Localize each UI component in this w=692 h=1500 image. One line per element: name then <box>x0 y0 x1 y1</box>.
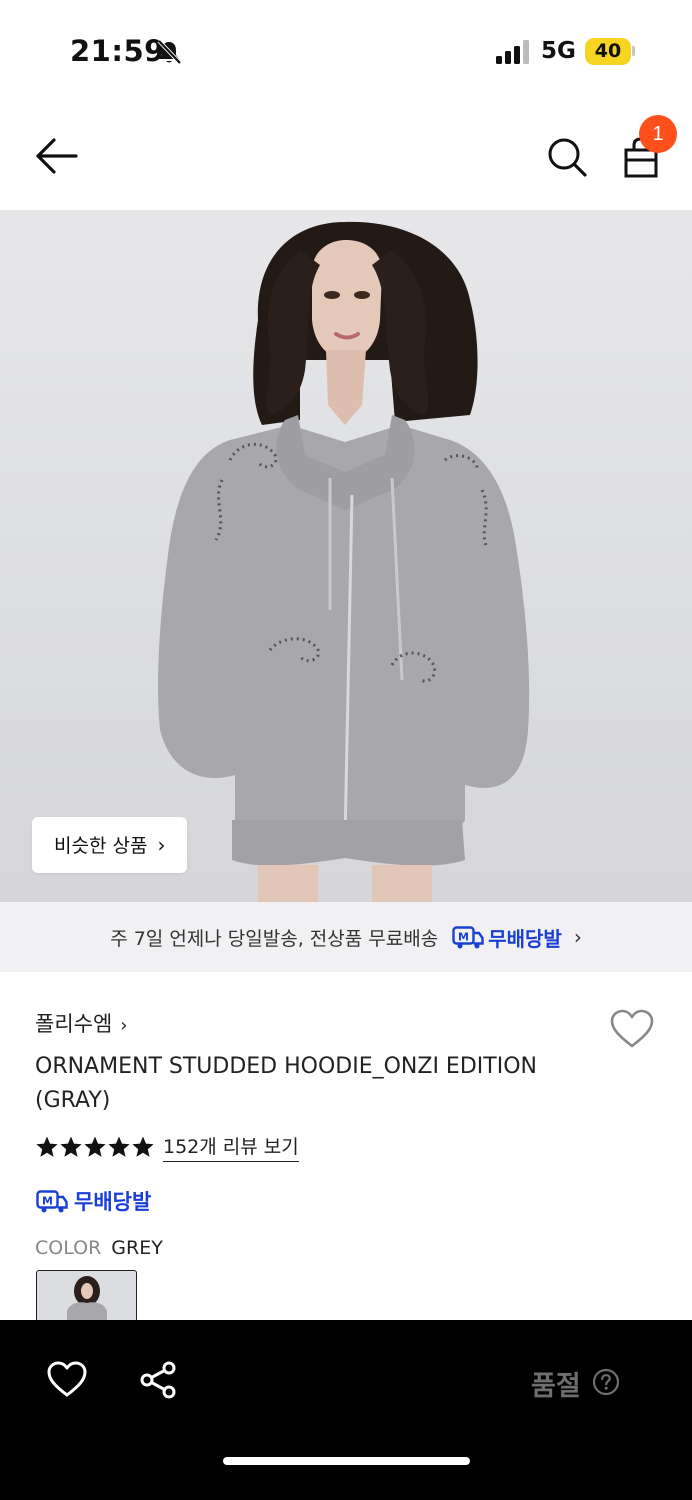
help-icon[interactable] <box>592 1368 620 1396</box>
delivery-truck-icon: M <box>36 1190 68 1213</box>
product-photo <box>158 221 530 902</box>
delivery-logo: M 무배당발 <box>452 923 562 952</box>
delivery-badge-text: 무배당발 <box>74 1190 152 1214</box>
delivery-text: 주 7일 언제나 당일발송, 전상품 무료배송 <box>110 927 439 950</box>
bottom-action-bar: 품절 <box>0 1320 692 1500</box>
reviews-link[interactable]: 152개 리뷰 보기 <box>163 1132 299 1162</box>
color-label: COLOR <box>35 1237 102 1259</box>
wishlist-heart-icon[interactable] <box>609 1008 655 1050</box>
delivery-badge: M 무배당발 <box>36 1186 151 1216</box>
chevron-right-icon: › <box>120 1015 128 1036</box>
svg-text:M: M <box>42 1195 53 1208</box>
chevron-right-icon: › <box>157 833 166 857</box>
home-indicator[interactable] <box>223 1457 470 1465</box>
star-icon <box>60 1136 82 1157</box>
search-icon[interactable] <box>544 134 590 180</box>
network-label: 5G <box>541 38 576 64</box>
product-title: ORNAMENT STUDDED HOODIE_ONZI EDITION (GR… <box>35 1054 537 1113</box>
back-arrow-icon[interactable] <box>30 134 82 178</box>
delivery-truck-icon: M <box>452 926 484 949</box>
star-icon <box>108 1136 130 1157</box>
delivery-logo-text: 무배당발 <box>488 926 562 951</box>
brand-link[interactable]: 폴리수엠 › <box>35 1008 127 1038</box>
heart-icon[interactable] <box>46 1360 88 1398</box>
cart-count-badge: 1 <box>639 115 677 153</box>
share-icon[interactable] <box>138 1360 178 1400</box>
rating-row: 152개 리뷰 보기 <box>35 1132 299 1162</box>
brand-name: 폴리수엠 <box>35 1012 113 1036</box>
battery-tip <box>632 46 635 56</box>
battery-indicator: 40 <box>585 38 631 65</box>
color-row: COLOR GREY <box>35 1237 163 1259</box>
bell-muted-icon <box>157 39 182 65</box>
status-time: 21:59 <box>70 34 165 68</box>
soldout-label: 품절 <box>531 1371 581 1402</box>
star-icon <box>132 1136 154 1157</box>
top-nav: 1 <box>0 100 692 210</box>
chevron-right-icon: › <box>573 925 582 949</box>
color-value: GREY <box>111 1237 163 1259</box>
signal-icon <box>496 40 529 64</box>
product-image[interactable]: 비슷한 상품 › <box>0 210 692 902</box>
status-bar: 21:59 5G 40 <box>0 0 692 100</box>
svg-text:M: M <box>458 931 469 944</box>
star-icon <box>84 1136 106 1157</box>
star-icon <box>36 1136 58 1157</box>
similar-products-button[interactable]: 비슷한 상품 › <box>32 817 188 873</box>
delivery-banner[interactable]: 주 7일 언제나 당일발송, 전상품 무료배송 M 무배당발 › <box>0 902 692 972</box>
similar-products-label: 비슷한 상품 <box>54 835 148 857</box>
